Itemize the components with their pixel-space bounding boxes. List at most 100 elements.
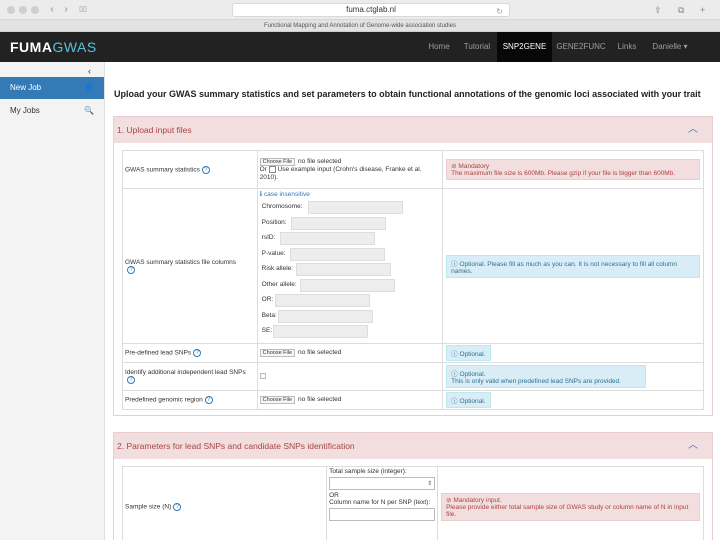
choose-file-button[interactable]: Choose File <box>259 158 296 167</box>
help-icon[interactable]: ? <box>201 165 210 174</box>
other-allele-input[interactable] <box>299 278 395 292</box>
no-file-text: no file selected <box>298 349 342 356</box>
position-input[interactable] <box>290 216 386 230</box>
reload-icon[interactable]: ↻ <box>496 6 503 18</box>
help-icon[interactable]: ? <box>173 502 182 511</box>
panel-header[interactable]: 2. Parameters for lead SNPs and candidat… <box>114 433 712 459</box>
column-label: rsID: <box>261 234 276 241</box>
form-input-cell: Choose File no file selected <box>256 343 444 363</box>
columns-info-alert: ⓘ Optional. Please fill as much as you c… <box>446 254 700 278</box>
info-icon: ⓘ <box>451 260 458 268</box>
table-row: Predefined genomic region? Choose File no… <box>122 390 704 410</box>
sample-mandatory-alert: ⊘ Mandatory input. Please provide either… <box>441 492 700 521</box>
table-row: Pre-defined lead SNPs? Choose File no fil… <box>122 343 704 363</box>
form-label-cell: Identify additional independent lead SNP… <box>122 362 258 391</box>
or-input[interactable] <box>274 294 370 307</box>
brand-logo[interactable]: FUMAGWAS <box>10 39 97 55</box>
new-tab-icon[interactable]: + <box>700 3 705 17</box>
column-name-input[interactable] <box>329 508 436 521</box>
form-input-cell: ℹ case insensitive Chromosome: Position:… <box>256 188 444 344</box>
zoom-window-icon[interactable] <box>31 6 39 14</box>
forward-icon[interactable]: › <box>60 3 72 17</box>
help-icon[interactable]: ? <box>193 349 202 357</box>
identify-note-title: Optional. <box>459 371 486 378</box>
se-input[interactable] <box>272 325 368 338</box>
parameters-panel: 2. Parameters for lead SNPs and candidat… <box>113 432 713 540</box>
nav-snp2gene[interactable]: SNP2GENE <box>497 32 552 62</box>
column-label: Risk allele: <box>261 265 294 272</box>
sidebar-toggle-icon[interactable]: ▯▯ <box>76 3 90 17</box>
sidebar-item-label: My Jobs <box>10 106 40 115</box>
form-input-cell: Choose File no file selected Or Use examp… <box>256 150 444 189</box>
rsid-input[interactable] <box>279 232 375 245</box>
page-title: Upload your GWAS summary statistics and … <box>114 89 701 99</box>
form-label-cell: GWAS summary statistics? <box>122 150 258 189</box>
info-icon: ⓘ <box>451 351 458 358</box>
chevron-up-icon[interactable]: ︿ <box>688 117 698 143</box>
table-row: GWAS summary statistics? Choose File no f… <box>122 150 704 189</box>
panel-header[interactable]: 1. Upload input files ︿ <box>114 117 712 143</box>
mandatory-title: Mandatory <box>458 163 490 170</box>
nav-gene2func[interactable]: GENE2FUNC <box>555 32 607 62</box>
sidebar-item-new-job[interactable]: New Job 👤 <box>0 77 104 99</box>
form-note-cell: ⓘ Optional. This is only valid when prede… <box>442 362 704 391</box>
search-icon: 🔍 <box>84 106 94 115</box>
mandatory-alert: ⊘ Mandatory The maximum file size is 600… <box>446 159 700 180</box>
tabs-icon[interactable]: ⧉ <box>678 3 684 17</box>
minimize-window-icon[interactable] <box>19 6 27 14</box>
nav-user-menu[interactable]: Danielle ▾ <box>646 32 694 62</box>
panel-title: 1. Upload input files <box>117 125 192 135</box>
help-icon[interactable]: ? <box>127 265 135 274</box>
identify-note: This is only valid when predefined lead … <box>451 378 621 385</box>
choose-file-button[interactable]: Choose File <box>259 349 296 357</box>
example-checkbox[interactable] <box>268 166 276 174</box>
total-sample-input[interactable]: ⇕ <box>329 477 436 490</box>
help-icon[interactable]: ? <box>204 396 213 404</box>
sidebar-item-my-jobs[interactable]: My Jobs 🔍 <box>0 100 104 122</box>
nav-home[interactable]: Home <box>424 32 454 62</box>
form-input-cell: Total sample size (integer): ⇕ OR Column… <box>326 466 439 540</box>
address-bar[interactable]: fuma.ctglab.nl ↻ <box>232 3 510 17</box>
pvalue-input[interactable] <box>289 247 385 261</box>
no-file-text: no file selected <box>298 396 342 403</box>
column-label: Other allele: <box>261 280 297 288</box>
info-icon: ⓘ <box>451 371 458 378</box>
collapse-sidebar-icon[interactable]: ‹ <box>88 66 91 76</box>
colname-label: Column name for N per SNP (text): <box>329 499 431 506</box>
choose-file-button[interactable]: Choose File <box>259 396 296 404</box>
ban-icon: ⊘ <box>446 496 452 504</box>
case-note-text: case insensitive <box>263 191 310 198</box>
region-info-alert: ⓘ Optional. <box>446 392 491 408</box>
help-icon[interactable]: ? <box>127 376 135 384</box>
url-text: fuma.ctglab.nl <box>346 5 396 14</box>
sample-label: Sample size (N) <box>125 503 172 511</box>
chevron-up-icon[interactable]: ︿ <box>688 433 698 459</box>
form-note-cell: ⊘ Mandatory input. Please provide either… <box>437 466 704 540</box>
share-icon[interactable]: ⇪ <box>654 3 662 17</box>
nav-tutorial[interactable]: Tutorial <box>460 32 494 62</box>
table-row: GWAS summary statistics file columns? ℹ … <box>122 188 704 344</box>
form-label-cell: GWAS summary statistics file columns? <box>122 188 258 344</box>
no-file-text: no file selected <box>298 158 342 166</box>
stepper-icon[interactable]: ⇕ <box>427 480 432 487</box>
total-label: Total sample size (integer): <box>329 468 407 475</box>
form-label-cell: Predefined genomic region? <box>122 390 258 410</box>
chromosome-input[interactable] <box>307 201 403 214</box>
nav-links[interactable]: Links <box>612 32 642 62</box>
browser-tab[interactable]: Functional Mapping and Annotation of Gen… <box>0 20 720 32</box>
mandatory-desc: The maximum file size is 600Mb. Please g… <box>451 170 676 177</box>
or-text: OR <box>329 492 339 499</box>
form-note-cell: ⓘ Optional. <box>442 343 704 363</box>
mandatory-desc: Please provide either total sample size … <box>446 503 689 518</box>
info-icon: ⓘ <box>451 398 458 405</box>
lead-label: Pre-defined lead SNPs <box>125 349 192 357</box>
back-icon[interactable]: ‹ <box>46 3 58 17</box>
risk-allele-input[interactable] <box>295 263 391 276</box>
columns-note: Optional. Please fill as much as you can… <box>451 260 677 275</box>
beta-input[interactable] <box>277 309 373 323</box>
tab-title: Functional Mapping and Annotation of Gen… <box>263 23 457 29</box>
close-window-icon[interactable] <box>7 6 15 14</box>
identify-checkbox[interactable] <box>259 372 266 379</box>
column-label: Beta: <box>261 311 277 319</box>
column-label: P-value: <box>261 249 286 257</box>
